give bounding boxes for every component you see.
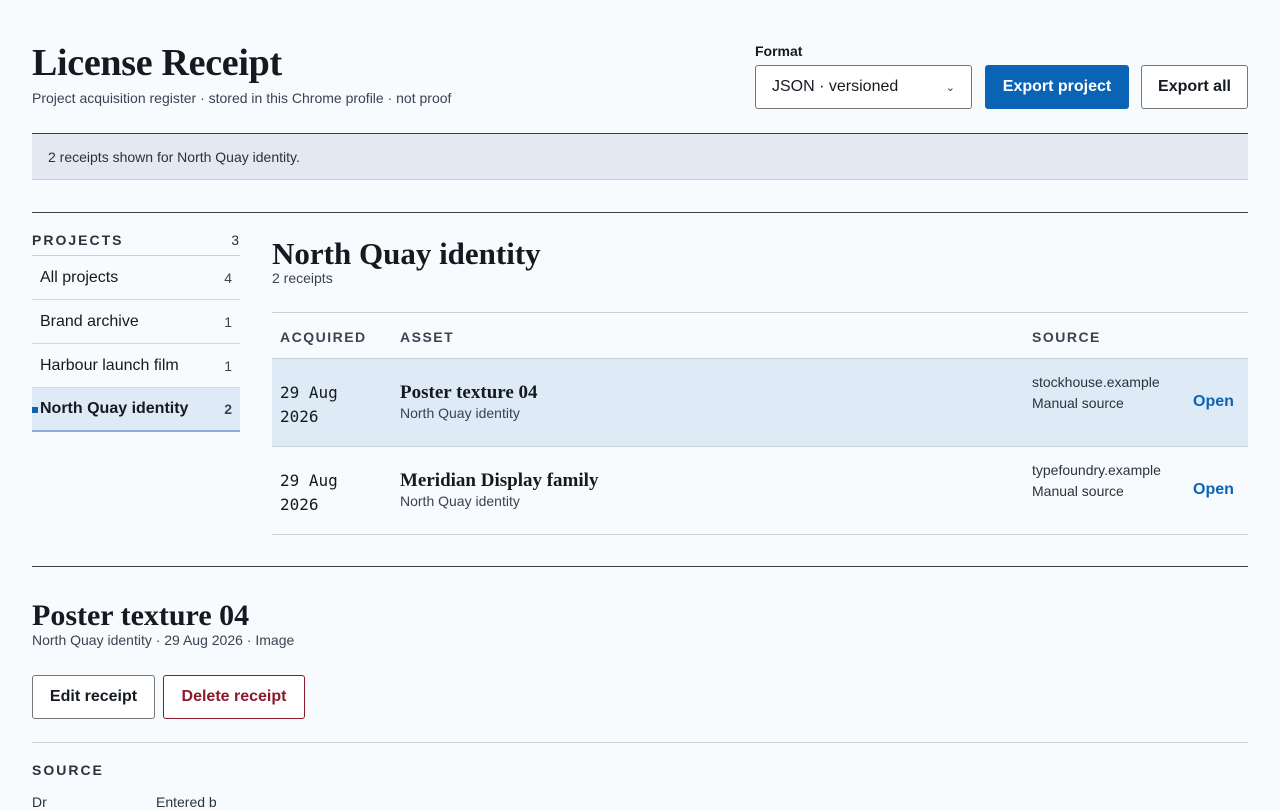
format-select[interactable]: JSON · versioned ⌄	[755, 65, 972, 109]
source-domain: typefoundry.example	[1032, 462, 1161, 478]
delete-receipt-button[interactable]: Delete receipt	[163, 675, 305, 719]
project-title: North Quay identity	[272, 236, 541, 271]
table-row[interactable]: 29 Aug 2026 Poster texture 04 North Quay…	[272, 359, 1248, 447]
export-project-button[interactable]: Export project	[985, 65, 1129, 109]
sidebar-item-count: 1	[224, 313, 232, 330]
source-field-row: Dr Entered b	[32, 794, 217, 810]
asset-project: North Quay identity	[400, 493, 520, 509]
sidebar-heading-count: 3	[231, 231, 239, 248]
source-cell: stockhouse.example Manual source	[1032, 372, 1162, 414]
edit-receipt-button[interactable]: Edit receipt	[32, 675, 155, 719]
format-select-value: JSON · versioned	[772, 78, 899, 95]
section-divider	[32, 212, 1248, 213]
column-header-source: SOURCE	[1032, 329, 1101, 345]
source-field-value: Entered b	[156, 794, 217, 810]
column-header-acquired: ACQUIRED	[280, 329, 367, 345]
receipt-count: 2 receipts	[272, 270, 333, 286]
source-type: Manual source	[1032, 483, 1124, 499]
acquired-date: 29 Aug 2026	[280, 469, 338, 517]
asset-name: Poster texture 04	[400, 382, 538, 403]
column-header-asset: ASSET	[400, 329, 455, 345]
sidebar-item-label: Brand archive	[40, 312, 139, 330]
source-section-label: SOURCE	[32, 762, 104, 778]
asset-cell: Poster texture 04 North Quay identity	[400, 381, 538, 421]
detail-section-divider	[32, 742, 1248, 743]
sidebar-item-north-quay-identity[interactable]: North Quay identity 2	[32, 388, 240, 432]
active-marker-icon	[32, 407, 38, 413]
detail-title: Poster texture 04	[32, 599, 250, 632]
source-cell: typefoundry.example Manual source	[1032, 460, 1162, 502]
table-header: ACQUIRED ASSET SOURCE	[272, 312, 1248, 359]
asset-cell: Meridian Display family North Quay ident…	[400, 469, 598, 509]
status-message: 2 receipts shown for North Quay identity…	[48, 148, 300, 165]
sidebar-heading-label: PROJECTS	[32, 231, 124, 248]
acquired-date-year: 2026	[280, 407, 319, 426]
acquired-date-day: 29 Aug	[280, 383, 338, 402]
sidebar-heading: PROJECTS 3	[32, 224, 240, 256]
asset-project: North Quay identity	[400, 405, 520, 421]
acquired-date-day: 29 Aug	[280, 471, 338, 490]
format-label: Format	[755, 43, 803, 59]
detail-meta: North Quay identity · 29 Aug 2026 · Imag…	[32, 632, 295, 648]
sidebar-item-count: 1	[224, 357, 232, 374]
receipts-table: ACQUIRED ASSET SOURCE 29 Aug 2026 Poster…	[272, 312, 1248, 535]
acquired-date: 29 Aug 2026	[280, 381, 338, 429]
export-all-button[interactable]: Export all	[1141, 65, 1248, 109]
sidebar-item-harbour-launch-film[interactable]: Harbour launch film 1	[32, 344, 240, 388]
sidebar-item-label: All projects	[40, 268, 119, 286]
source-domain: stockhouse.example	[1032, 374, 1160, 390]
app-subtitle: Project acquisition register · stored in…	[32, 90, 452, 106]
project-sidebar: PROJECTS 3 All projects 4 Brand archive …	[32, 224, 240, 432]
sidebar-item-all-projects[interactable]: All projects 4	[32, 256, 240, 300]
source-type: Manual source	[1032, 395, 1124, 411]
open-receipt-link[interactable]: Open	[1193, 481, 1234, 499]
sidebar-item-label: North Quay identity	[40, 400, 189, 417]
sidebar-item-label: Harbour launch film	[40, 356, 179, 374]
table-row[interactable]: 29 Aug 2026 Meridian Display family Nort…	[272, 447, 1248, 535]
acquired-date-year: 2026	[280, 495, 319, 514]
chevron-down-icon: ⌄	[945, 81, 955, 94]
sidebar-item-count: 4	[224, 269, 232, 286]
source-field-label: Dr	[32, 794, 47, 810]
open-receipt-link[interactable]: Open	[1193, 393, 1234, 411]
app-title: License Receipt	[32, 42, 282, 84]
asset-name: Meridian Display family	[400, 470, 599, 491]
sidebar-item-brand-archive[interactable]: Brand archive 1	[32, 300, 240, 344]
sidebar-item-count: 2	[224, 401, 232, 417]
status-bar: 2 receipts shown for North Quay identity…	[32, 134, 1248, 180]
detail-divider	[32, 566, 1248, 567]
